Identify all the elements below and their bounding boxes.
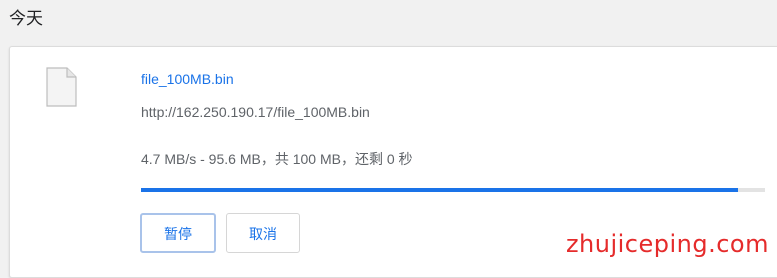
file-name-link[interactable]: file_100MB.bin [141,71,234,87]
pause-button[interactable]: 暂停 [140,213,216,253]
cancel-button[interactable]: 取消 [226,213,300,253]
download-status: 4.7 MB/s - 95.6 MB，共 100 MB，还剩 0 秒 [141,151,413,167]
section-header-today: 今天 [9,9,43,28]
download-progress-fill [141,188,738,192]
file-icon [45,67,77,107]
download-url: http://162.250.190.17/file_100MB.bin [141,104,370,120]
download-progress-bar [141,188,765,192]
watermark-text: zhujiceping.com [565,230,769,258]
